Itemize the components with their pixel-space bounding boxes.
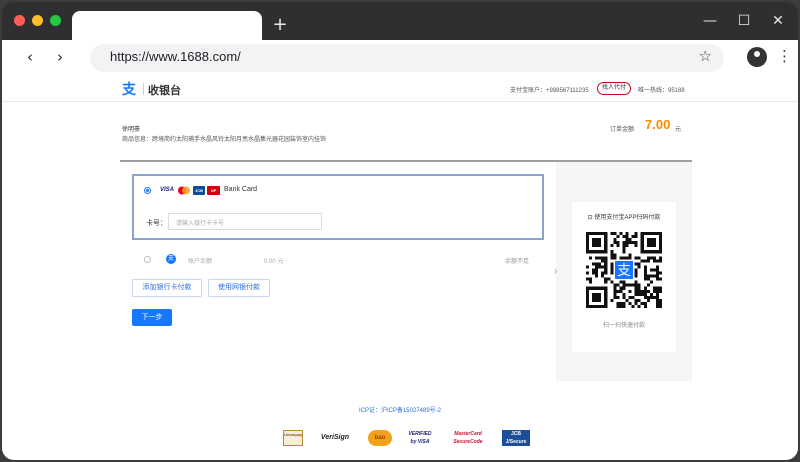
balance-radio[interactable] (144, 256, 151, 263)
cashier-title: 收银台 (148, 85, 181, 97)
browser-toolbar: ‹ › https://www.1688.com/ ☆ ⋮ (2, 40, 798, 76)
traffic-lights (14, 15, 61, 26)
qr-center-logo: 支 (617, 263, 631, 279)
browser-tab[interactable] (72, 11, 262, 41)
bookmark-star-icon[interactable]: ☆ (699, 47, 712, 65)
order-amount-label: 订单金额 (610, 127, 635, 133)
balance-amount: 0.00 元 (264, 259, 284, 265)
payee-name: 徐明豪 (122, 127, 141, 133)
card-number-label: 卡号： (146, 220, 167, 227)
proxy-pay-button[interactable]: 找人代付 (597, 82, 632, 95)
alipay-logo-icon: 支 (122, 81, 136, 97)
bank-card-option[interactable]: VISA JCB UP Bank Card 卡号： 请输入银行卡卡号 (132, 174, 544, 240)
verified-by-visa-badge: VERIFIED by VISA (408, 431, 432, 445)
forward-icon[interactable]: › (50, 48, 70, 66)
minimize-dot[interactable] (32, 15, 43, 26)
browser-window: + — ☐ ✕ ‹ › https://www.1688.com/ ☆ ⋮ 支 … (2, 2, 798, 460)
bank-card-label: Bank Card (224, 186, 258, 193)
url-text[interactable]: https://www.1688.com/ (110, 49, 241, 64)
hotline-text: 唯一热线：95188 (638, 88, 685, 94)
jcb-icon: JCB (193, 186, 205, 195)
qr-caption: 扫一扫快速付款 (602, 323, 645, 329)
mastercard-icon (177, 186, 191, 195)
profile-icon[interactable] (747, 47, 767, 67)
add-bank-card-button[interactable]: 添加银行卡付款 (132, 279, 202, 297)
chevron-right-icon[interactable]: › (554, 266, 557, 277)
alipay-account: 支付宝账户：+998567111235 (510, 88, 589, 94)
netbank-pay-button[interactable]: 使用网银付款 (208, 279, 270, 297)
visa-icon: VISA (160, 187, 175, 193)
cashier-header: 支 收银台 支付宝账户：+998567111235 找人代付 唯一热线：9518… (2, 76, 798, 102)
browser-menu-icon[interactable]: ⋮ (777, 47, 792, 65)
new-tab-button[interactable]: + (270, 14, 290, 36)
close-icon[interactable]: ✕ (766, 12, 790, 30)
payment-qr-code: 支 (586, 232, 662, 308)
security-badges: Unionpay VeriSign bao VERIFIED by VISA M… (2, 426, 798, 448)
balance-status: 余额不足 (505, 259, 530, 265)
zoom-dot[interactable] (50, 15, 61, 26)
close-dot[interactable] (14, 15, 25, 26)
icp-license[interactable]: ICP证：沪ICP备15027489号-2 (2, 405, 798, 414)
order-amount: 7.00 (645, 117, 671, 132)
card-number-input[interactable]: 请输入银行卡卡号 (168, 213, 322, 230)
verisign-badge: VeriSign (320, 434, 350, 441)
goods-info: 商品信息：跨境简约太阳捕手水晶风铃太阳月亮水晶集光器花园装饰室内挂饰 (122, 137, 327, 143)
qr-panel: ⊡ 使用支付宝APP扫码付款 支 扫一扫快速付款 (572, 202, 676, 352)
jcb-jsecure-badge: JCB J/Secure (502, 430, 530, 446)
mastercard-securecode-badge: MasterCard SecureCode (453, 431, 483, 445)
minimize-icon[interactable]: — (698, 12, 722, 30)
address-bar[interactable]: https://www.1688.com/ ☆ (90, 44, 724, 72)
unionpay-badge: Unionpay (283, 430, 303, 446)
qr-title-text: 使用支付宝APP扫码付款 (594, 215, 661, 221)
back-icon[interactable]: ‹ (20, 48, 40, 66)
order-amount-unit: 元 (675, 127, 682, 133)
payment-panel: VISA JCB UP Bank Card 卡号： 请输入银行卡卡号 支 账户余… (120, 160, 692, 381)
checkout-page: 支 收银台 支付宝账户：+998567111235 找人代付 唯一热线：9518… (2, 76, 798, 460)
payment-methods: VISA JCB UP Bank Card 卡号： 请输入银行卡卡号 支 账户余… (120, 162, 556, 381)
maximize-icon[interactable]: ☐ (732, 12, 756, 30)
bao-badge: bao (368, 430, 392, 446)
card-number-placeholder: 请输入银行卡卡号 (176, 221, 225, 227)
next-step-button[interactable]: 下一步 (132, 309, 172, 326)
balance-icon: 支 (166, 254, 176, 264)
balance-label: 账户余额 (188, 259, 213, 265)
header-divider (143, 83, 144, 95)
bank-card-radio[interactable] (144, 187, 151, 194)
unionpay-icon: UP (207, 186, 220, 195)
qr-title: ⊡ 使用支付宝APP扫码付款 (572, 212, 676, 221)
